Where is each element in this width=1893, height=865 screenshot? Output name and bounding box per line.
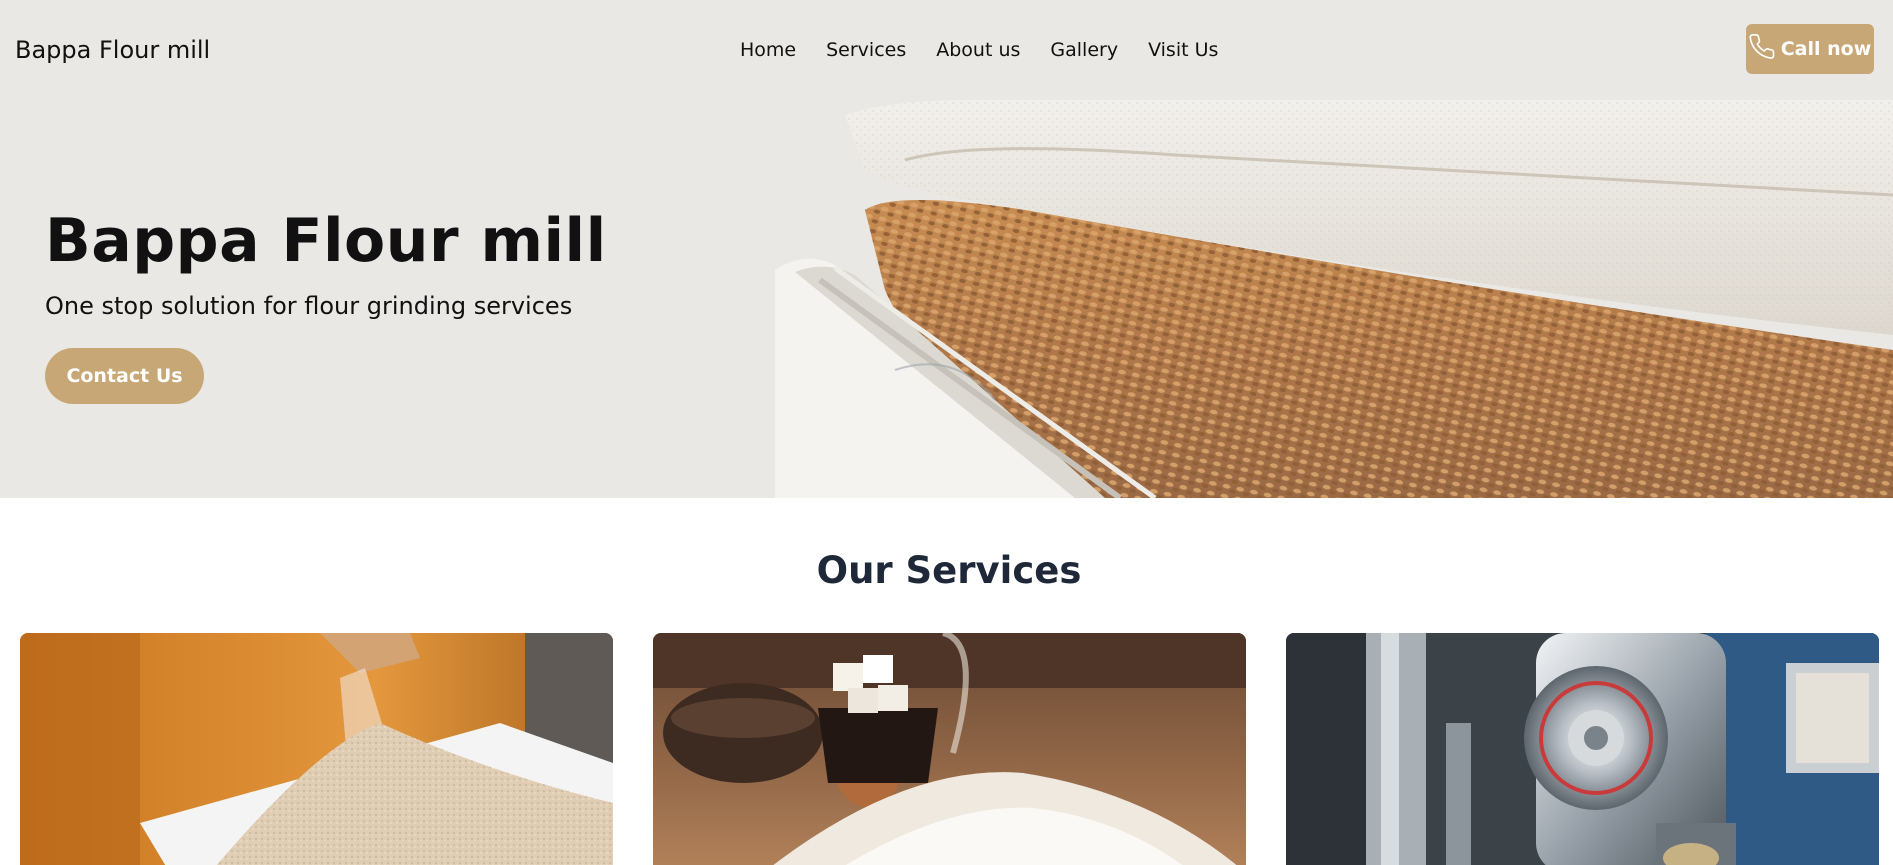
hero-grain-conveyor-image [775, 100, 1893, 498]
service-card-baking-image[interactable] [653, 633, 1246, 865]
main-nav: Home Services About us Gallery Visit Us [740, 39, 1218, 61]
hero-title: Bappa Flour mill [45, 206, 607, 276]
hero-section: Bappa Flour mill One stop solution for f… [0, 100, 1893, 498]
navbar: Bappa Flour mill Home Services About us … [0, 0, 1893, 100]
hero-subtitle: One stop solution for flour grinding ser… [45, 292, 573, 320]
nav-link-visit-us[interactable]: Visit Us [1148, 39, 1218, 61]
service-card-flour-image[interactable] [20, 633, 613, 865]
brand-logo-text[interactable]: Bappa Flour mill [15, 36, 210, 64]
call-now-label: Call now [1780, 38, 1872, 60]
call-now-button[interactable]: Call now [1746, 24, 1874, 74]
service-card-grinder-machine-image[interactable] [1286, 633, 1879, 865]
nav-link-gallery[interactable]: Gallery [1050, 39, 1118, 61]
services-heading: Our Services [816, 549, 1082, 592]
nav-link-services[interactable]: Services [826, 39, 906, 61]
phone-icon [1749, 33, 1777, 66]
contact-us-button[interactable]: Contact Us [45, 348, 204, 404]
nav-link-home[interactable]: Home [740, 39, 796, 61]
nav-link-about-us[interactable]: About us [936, 39, 1020, 61]
